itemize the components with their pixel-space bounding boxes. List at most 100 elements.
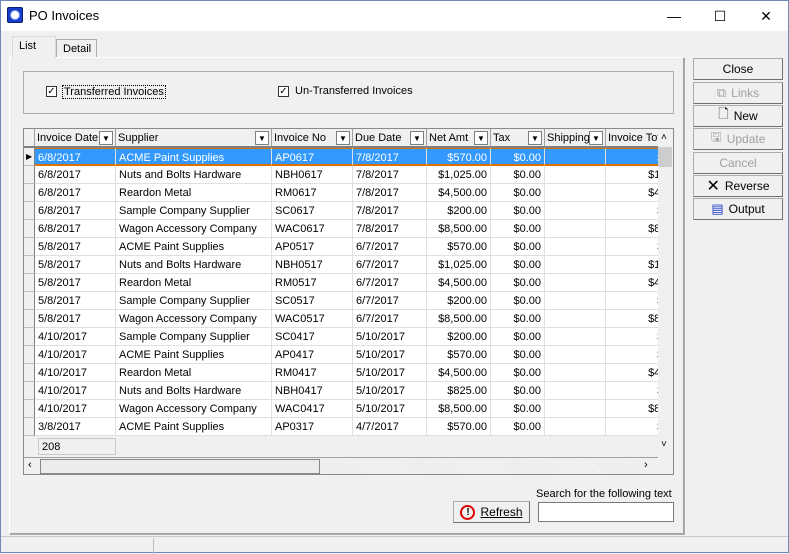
table-cell: $825.00	[427, 382, 491, 400]
filter-dropdown-icon[interactable]: ▼	[255, 131, 269, 145]
scroll-up-icon[interactable]: ˄	[661, 132, 667, 143]
table-row[interactable]: 4/10/2017 Sample Company Supplier SC0417 5/…	[24, 328, 658, 346]
row-selector[interactable]	[24, 166, 35, 184]
table-cell: NBH0617	[272, 166, 353, 184]
table-cell: $200.00	[606, 328, 658, 346]
table-cell: 6/7/2017	[353, 256, 427, 274]
table-cell	[545, 202, 606, 220]
table-cell: $0.00	[491, 400, 545, 418]
table-row[interactable]: 4/10/2017 Wagon Accessory Company WAC0417 5…	[24, 400, 658, 418]
table-cell: $4,500.00	[606, 274, 658, 292]
horizontal-scrollbar[interactable]: ‹ ›	[24, 457, 658, 474]
table-cell: $1,025.00	[606, 256, 658, 274]
column-header[interactable]: Tax ▼	[491, 129, 545, 148]
vertical-scroll-thumb[interactable]	[658, 147, 672, 167]
column-header[interactable]: Supplier ▼	[116, 129, 272, 148]
table-row[interactable]: 5/8/2017 Sample Company Supplier SC0517 6/7…	[24, 292, 658, 310]
transferred-label[interactable]: Transferred Invoices	[62, 85, 166, 99]
column-header[interactable]: Shipping ▼	[545, 129, 606, 148]
minimize-button[interactable]: —	[651, 1, 697, 31]
table-row[interactable]: 6/8/2017 Reardon Metal RM0617 7/8/2017 $4,50…	[24, 184, 658, 202]
row-selector[interactable]	[24, 328, 35, 346]
row-selector[interactable]	[24, 418, 35, 436]
table-row[interactable]: 6/8/2017 Nuts and Bolts Hardware NBH0617 7/…	[24, 166, 658, 184]
vertical-scrollbar[interactable]: ˄ ˅	[658, 129, 673, 455]
transferred-checkbox[interactable]: ✓	[46, 86, 57, 97]
table-cell	[545, 148, 606, 166]
row-selector[interactable]	[24, 238, 35, 256]
table-row[interactable]: 6/8/2017 Wagon Accessory Company WAC0617 7/…	[24, 220, 658, 238]
filter-dropdown-icon[interactable]: ▼	[410, 131, 424, 145]
table-row[interactable]: 5/8/2017 Nuts and Bolts Hardware NBH0517 6/…	[24, 256, 658, 274]
table-cell: AP0617	[272, 148, 353, 166]
tab-list[interactable]: List	[12, 36, 56, 58]
table-cell: AP0517	[272, 238, 353, 256]
links-button[interactable]: ⧉ Links	[693, 82, 783, 104]
table-cell: Nuts and Bolts Hardware	[116, 166, 272, 184]
row-selector[interactable]	[24, 346, 35, 364]
table-cell: Wagon Accessory Company	[116, 220, 272, 238]
row-selector[interactable]	[24, 256, 35, 274]
table-row[interactable]: 5/8/2017 Wagon Accessory Company WAC0517 6/…	[24, 310, 658, 328]
column-header[interactable]: Invoice Date ▼	[35, 129, 116, 148]
row-selector[interactable]: ▶	[24, 148, 35, 166]
table-cell	[545, 364, 606, 382]
table-row[interactable]: ▶ 6/8/2017 ACME Paint Supplies AP0617 7/8/20…	[24, 148, 658, 166]
table-cell: $1,025.00	[427, 166, 491, 184]
search-input[interactable]	[538, 502, 674, 522]
table-cell: $4,500.00	[427, 274, 491, 292]
app-icon[interactable]	[7, 7, 23, 23]
new-button[interactable]: 🗋 New	[693, 105, 783, 127]
table-row[interactable]: 5/8/2017 ACME Paint Supplies AP0517 6/7/201…	[24, 238, 658, 256]
scroll-left-icon[interactable]: ‹	[28, 459, 32, 471]
row-selector[interactable]	[24, 184, 35, 202]
table-row[interactable]: 3/8/2017 ACME Paint Supplies AP0317 4/7/201…	[24, 418, 658, 436]
filter-dropdown-icon[interactable]: ▼	[99, 131, 113, 145]
row-selector[interactable]	[24, 274, 35, 292]
column-header[interactable]: Invoice Total	[606, 129, 658, 148]
filter-dropdown-icon[interactable]: ▼	[528, 131, 542, 145]
table-row[interactable]: 5/8/2017 Reardon Metal RM0517 6/7/2017 $4,50…	[24, 274, 658, 292]
scroll-down-icon[interactable]: ˅	[661, 439, 667, 450]
untransferred-checkbox[interactable]: ✓	[278, 86, 289, 97]
table-cell: 5/8/2017	[35, 274, 116, 292]
close-window-button[interactable]: ✕	[743, 1, 789, 31]
table-cell: $4,500.00	[427, 184, 491, 202]
output-button[interactable]: ▤ Output	[693, 198, 783, 220]
column-header[interactable]: Invoice No ▼	[272, 129, 353, 148]
filter-dropdown-icon[interactable]: ▼	[589, 131, 603, 145]
table-row[interactable]: 6/8/2017 Sample Company Supplier SC0617 7/8…	[24, 202, 658, 220]
horizontal-scroll-thumb[interactable]	[40, 459, 320, 474]
filter-dropdown-icon[interactable]: ▼	[474, 131, 488, 145]
refresh-button[interactable]: ! Refresh	[453, 501, 530, 523]
tab-detail[interactable]: Detail	[56, 39, 97, 58]
table-cell: Nuts and Bolts Hardware	[116, 256, 272, 274]
update-button[interactable]: 🖫 Update	[693, 128, 783, 150]
row-selector[interactable]	[24, 202, 35, 220]
table-cell: $570.00	[427, 418, 491, 436]
filter-dropdown-icon[interactable]: ▼	[336, 131, 350, 145]
table-cell: 7/8/2017	[353, 148, 427, 166]
table-cell: $0.00	[491, 184, 545, 202]
row-selector[interactable]	[24, 310, 35, 328]
table-row[interactable]: 4/10/2017 ACME Paint Supplies AP0417 5/10/2…	[24, 346, 658, 364]
untransferred-label[interactable]: Un-Transferred Invoices	[295, 85, 413, 97]
column-header[interactable]: Due Date ▼	[353, 129, 427, 148]
window-title: PO Invoices	[29, 8, 100, 23]
row-selector[interactable]	[24, 400, 35, 418]
row-selector[interactable]	[24, 220, 35, 238]
maximize-button[interactable]: ☐	[697, 1, 743, 31]
scroll-right-icon[interactable]: ›	[644, 459, 648, 471]
table-cell: $0.00	[491, 346, 545, 364]
table-row[interactable]: 4/10/2017 Nuts and Bolts Hardware NBH0417 5…	[24, 382, 658, 400]
row-selector[interactable]	[24, 364, 35, 382]
close-button[interactable]: Close	[693, 58, 783, 80]
table-cell: 5/10/2017	[353, 346, 427, 364]
table-cell: 4/10/2017	[35, 382, 116, 400]
cancel-button[interactable]: Cancel	[693, 152, 783, 174]
row-selector[interactable]	[24, 382, 35, 400]
row-selector[interactable]	[24, 292, 35, 310]
reverse-button[interactable]: ✕ Reverse	[693, 175, 783, 197]
table-row[interactable]: 4/10/2017 Reardon Metal RM0417 5/10/2017 $4,…	[24, 364, 658, 382]
column-header[interactable]: Net Amt ▼	[427, 129, 491, 148]
